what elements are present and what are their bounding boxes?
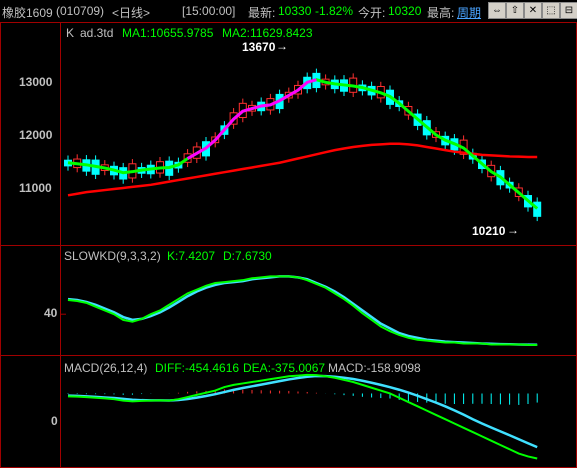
kd-d-value: D:7.6730: [223, 249, 272, 263]
ma2-legend: MA2:11629.8423: [222, 26, 313, 40]
macd-diff-value: DIFF:-454.4616: [155, 361, 240, 375]
candle-body: [533, 201, 542, 217]
kd-d-line: [67, 275, 538, 346]
ma1-rising-segment: [186, 78, 317, 160]
kd-k-value: K:7.4207: [167, 249, 216, 263]
indicator-code: ad.3td: [80, 26, 114, 40]
slowkd-panel: [61, 275, 538, 347]
macd-bar-value: MACD:-158.9098: [328, 361, 421, 375]
macd-indicator-name: MACD(26,12,4): [64, 361, 148, 375]
high-annotation: 13670: [242, 40, 276, 54]
y-tick-13000: 13000: [19, 75, 53, 89]
macd-dea-value: DEA:-375.0067: [243, 361, 326, 375]
y-tick-12000: 12000: [19, 128, 53, 142]
low-arrow-icon: →: [507, 223, 519, 237]
candlestick-panel: [64, 68, 542, 222]
kd-k-line: [67, 275, 538, 347]
high-arrow-icon: →: [276, 39, 288, 53]
kd-y-tick-40: 40: [44, 306, 58, 320]
ma1-legend: MA1:10655.9785: [122, 26, 214, 40]
macd-panel: [67, 373, 538, 460]
low-annotation: 10210: [472, 224, 506, 238]
k-legend: K: [66, 26, 75, 40]
futures-chart-window: 橡胶1609 (010709) <日线> [15:00:00] 最新: 1033…: [0, 0, 577, 468]
macd-y-tick-0: 0: [51, 414, 58, 428]
y-tick-11000: 11000: [19, 181, 52, 195]
kd-indicator-name: SLOWKD(9,3,3,2): [64, 249, 161, 263]
macd-dea-line: [67, 374, 538, 449]
